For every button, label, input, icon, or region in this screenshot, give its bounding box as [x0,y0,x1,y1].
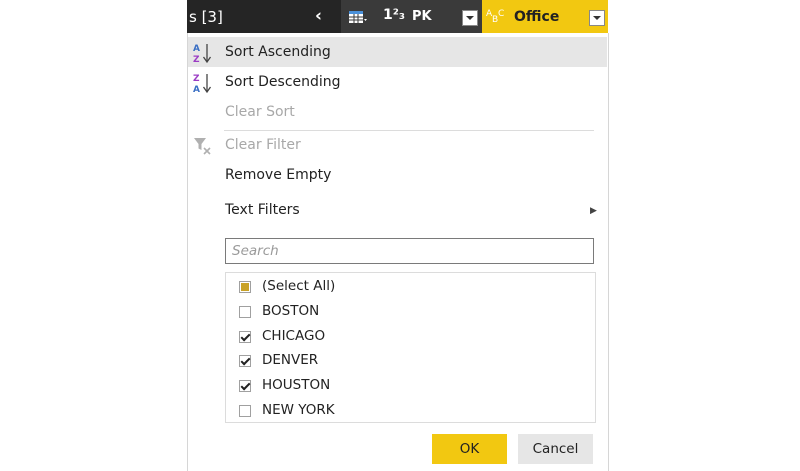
list-item-label: DENVER [262,352,319,368]
collapse-chevron-icon[interactable]: ‹ [315,6,322,26]
svg-text:Z: Z [193,55,200,65]
list-item-select-all[interactable]: (Select All) [226,275,595,299]
search-box[interactable] [225,238,594,264]
sort-descending-icon: Z A [193,74,212,95]
houston-checkbox[interactable] [239,380,251,392]
denver-checkbox[interactable] [239,355,251,367]
query-count-label: s [3] [189,8,223,26]
list-item-label: BOSTON [262,303,320,319]
list-item-label: (Select All) [262,278,336,294]
clear-filter-label: Clear Filter [225,137,301,153]
svg-text:C: C [498,9,504,19]
svg-text:A: A [193,44,200,54]
ok-button[interactable]: OK [432,434,507,464]
list-item-chicago[interactable]: CHICAGO [226,325,595,349]
svg-text:Z: Z [193,74,200,84]
list-item-label: NEW YORK [262,402,335,418]
pk-filter-dropdown-button[interactable] [462,10,478,26]
list-item-boston[interactable]: BOSTON [226,300,595,324]
sort-descending-label: Sort Descending [225,74,341,90]
submenu-arrow-icon: ▶ [590,206,597,216]
remove-empty-label: Remove Empty [225,167,332,183]
whole-number-type-icon[interactable]: 1²₃ [383,7,405,23]
pk-column-name: PK [412,9,432,24]
list-item-denver[interactable]: DENVER [226,349,595,373]
text-type-icon[interactable]: A B C [486,5,508,29]
office-filter-dropdown-button[interactable] [589,10,605,26]
sort-ascending-label: Sort Ascending [225,44,331,60]
chicago-checkbox[interactable] [239,331,251,343]
sort-ascending-icon: A Z [193,44,212,65]
text-filters-label: Text Filters [225,202,300,218]
value-list[interactable]: (Select All) BOSTON CHICAGO DENVER HOUST… [225,272,596,423]
list-item-new-york[interactable]: NEW YORK [226,399,595,422]
new-york-checkbox[interactable] [239,405,251,417]
search-input[interactable] [226,239,593,263]
clear-filter-icon [194,138,211,155]
cancel-button[interactable]: Cancel [518,434,593,464]
list-item-label: HOUSTON [262,377,331,393]
select-all-checkbox[interactable] [239,281,251,293]
list-item-houston[interactable]: HOUSTON [226,374,595,398]
table-icon[interactable] [349,11,367,23]
svg-text:A: A [193,85,200,95]
list-item-label: CHICAGO [262,328,326,344]
clear-sort-label: Clear Sort [225,104,295,120]
boston-checkbox[interactable] [239,306,251,318]
office-column-name: Office [514,9,560,25]
